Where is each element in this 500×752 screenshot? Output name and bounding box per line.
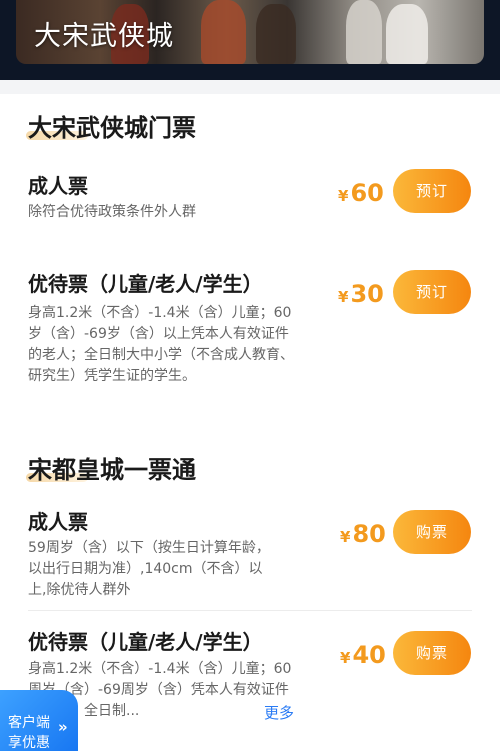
banner-rider-figure bbox=[346, 0, 382, 64]
client-app-promo-badge[interactable]: 客户端 享优惠 » bbox=[0, 690, 78, 751]
client-badge-line2: 享优惠 bbox=[8, 735, 50, 751]
buy-button[interactable]: 购票 bbox=[393, 631, 471, 675]
price-value: 80 bbox=[352, 520, 386, 548]
section-title-wuxia-tickets: 大宋武侠城门票 bbox=[28, 114, 196, 142]
double-chevron-right-icon: » bbox=[58, 718, 68, 736]
top-banner: 大宋武侠城 bbox=[0, 0, 500, 80]
currency-symbol: ¥ bbox=[338, 288, 349, 306]
ticket-name: 优待票（儿童/老人/学生） bbox=[28, 272, 263, 296]
more-link[interactable]: 更多 bbox=[264, 702, 294, 723]
banner-image: 大宋武侠城 bbox=[16, 0, 484, 64]
ticket-price: ¥40 bbox=[340, 641, 386, 669]
ticket-price: ¥60 bbox=[338, 179, 384, 207]
ticket-name: 成人票 bbox=[28, 510, 88, 534]
row-divider bbox=[28, 610, 472, 611]
ticket-price: ¥80 bbox=[340, 520, 386, 548]
banner-rider-figure bbox=[386, 4, 428, 64]
currency-symbol: ¥ bbox=[338, 187, 349, 205]
price-value: 60 bbox=[350, 179, 384, 207]
currency-symbol: ¥ bbox=[340, 649, 351, 667]
buy-button[interactable]: 购票 bbox=[393, 510, 471, 554]
currency-symbol: ¥ bbox=[340, 528, 351, 546]
ticket-description: 59周岁（含）以下（按生日计算年龄，以出行日期为准）,140cm（不含）以上,除… bbox=[28, 540, 270, 598]
ticket-description: 除符合优待政策条件外人群 bbox=[28, 204, 196, 220]
price-value: 40 bbox=[352, 641, 386, 669]
section-separator bbox=[0, 80, 500, 94]
banner-rider-figure bbox=[256, 4, 296, 64]
banner-rider-figure bbox=[201, 0, 246, 64]
section-title-combo-pass: 宋都皇城一票通 bbox=[28, 456, 196, 484]
ticket-price: ¥30 bbox=[338, 280, 384, 308]
ticket-name: 成人票 bbox=[28, 174, 88, 198]
ticket-description: 身高1.2米（不含）-1.4米（含）儿童；60岁（含）-69岁（含）以上凭本人有… bbox=[28, 305, 294, 384]
ticket-name: 优待票（儿童/老人/学生） bbox=[28, 630, 263, 654]
book-button[interactable]: 预订 bbox=[393, 270, 471, 314]
book-button[interactable]: 预订 bbox=[393, 169, 471, 213]
price-value: 30 bbox=[350, 280, 384, 308]
client-badge-line1: 客户端 bbox=[8, 715, 50, 731]
banner-title: 大宋武侠城 bbox=[34, 21, 174, 52]
